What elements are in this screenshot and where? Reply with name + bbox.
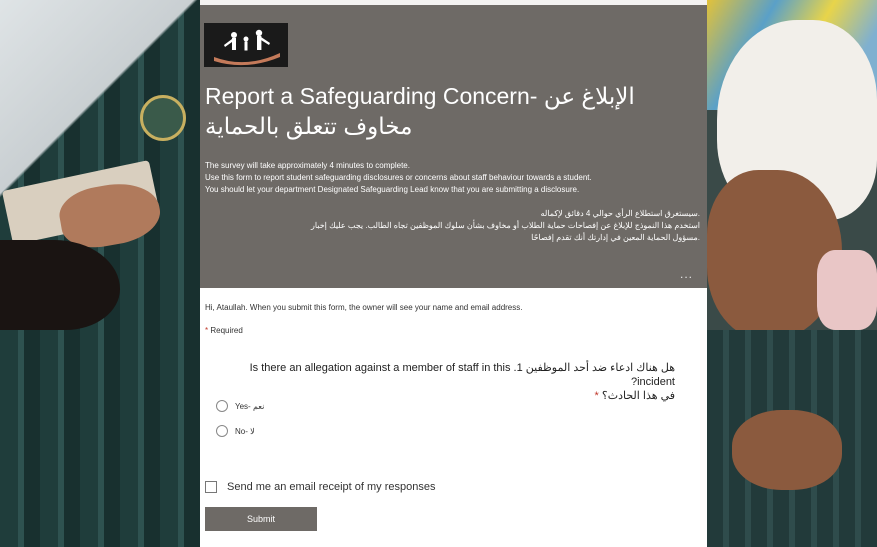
email-receipt-checkbox[interactable] [205,481,217,493]
description-line: The survey will take approximately 4 min… [205,161,410,170]
required-label: Required [210,326,243,335]
photo-mask [817,250,877,330]
form-header: Report a Safeguarding Concern- الإبلاغ ع… [200,5,707,288]
question-text: هل هناك ادعاء ضد أحد الموظفين 1. Is ther… [205,361,675,389]
radio-button[interactable] [216,425,228,437]
required-star: * [205,326,209,335]
description-line-ar: استخدم هذا النموذج للإبلاغ عن إفصاحات حم… [311,221,700,230]
family-logo-icon [204,23,288,67]
description-line-ar: .سيستغرق استطلاع الرأي حوالي 4 دقائق لإك… [540,209,700,218]
background-photo-right [707,0,877,547]
option-label: No- لا [235,426,255,436]
photo-hand-right [732,410,842,490]
description-line: You should let your department Designate… [205,185,580,194]
option-no[interactable]: No- لا [216,425,255,437]
option-yes[interactable]: Yes- نعم [216,400,264,412]
description-arabic: .سيستغرق استطلاع الرأي حوالي 4 دقائق لإك… [205,208,700,244]
description-line: Use this form to report student safeguar… [205,173,592,182]
survey-form: Report a Safeguarding Concern- الإبلاغ ع… [200,5,707,547]
school-badge-icon [140,95,186,141]
description-line-ar: .مسؤول الحماية المعين في إدارتك أنك تقدم… [531,233,700,242]
form-title: Report a Safeguarding Concern- الإبلاغ ع… [205,83,635,139]
question-text-ar-2: في هذا الحادث؟ [601,390,675,402]
email-receipt-option[interactable]: Send me an email receipt of my responses [205,481,436,493]
option-label: Yes- نعم [235,401,265,411]
identity-notice: Hi, Ataullah. When you submit this form,… [205,303,523,312]
form-description: The survey will take approximately 4 min… [205,160,700,244]
question-required-star: * [594,390,599,402]
more-options-icon[interactable]: ... [680,267,693,281]
required-note: * Required [205,326,243,335]
email-receipt-label: Send me an email receipt of my responses [227,481,436,493]
question-text-line2: في هذا الحادث؟ * [205,389,675,403]
background-photo-left [0,0,200,547]
question-1: هل هناك ادعاء ضد أحد الموظفين 1. Is ther… [205,361,675,403]
photo-hair [0,240,120,330]
question-text-ar: هل هناك ادعاء ضد أحد الموظفين [525,362,675,374]
submit-button[interactable]: Submit [205,507,317,531]
radio-button[interactable] [216,400,228,412]
